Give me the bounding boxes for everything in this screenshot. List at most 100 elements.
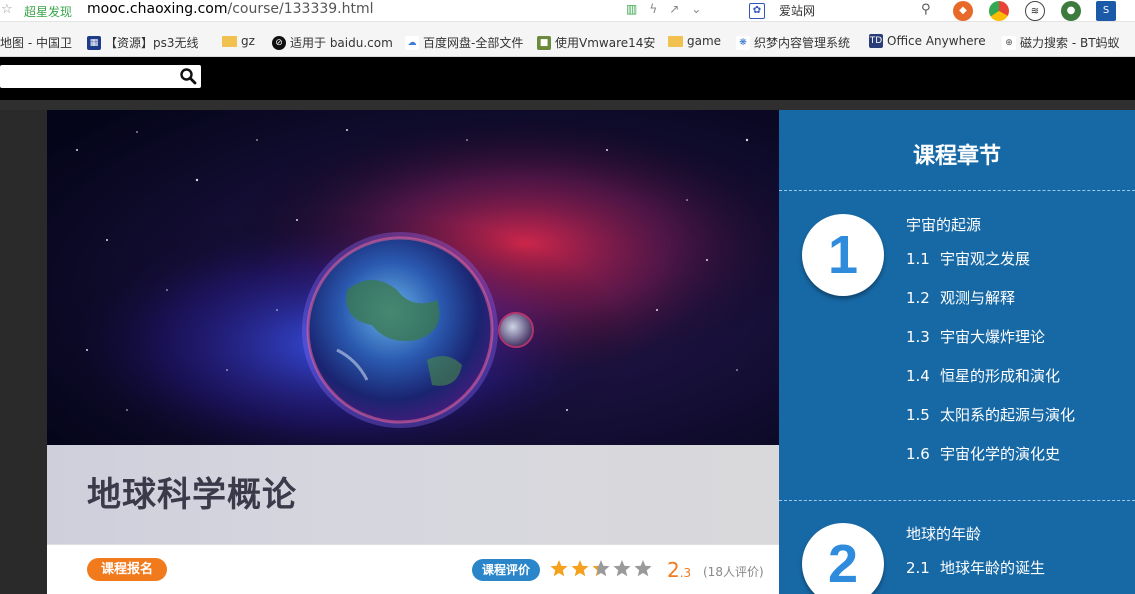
- search-icon[interactable]: ⚲: [921, 2, 931, 17]
- lesson-link[interactable]: 1.6 宇宙化学的演化史: [906, 443, 1060, 464]
- rating-count: (18人评价): [703, 565, 764, 579]
- site-search-input[interactable]: [0, 65, 201, 88]
- star-icon: [634, 560, 651, 577]
- globe-icon[interactable]: ●: [1061, 1, 1081, 21]
- lesson-title: 宇宙观之发展: [940, 250, 1031, 268]
- bookmark-item[interactable]: ☁ 百度网盘-全部文件: [405, 34, 523, 51]
- bookmark-label: gz: [241, 34, 255, 48]
- header-divider: [0, 100, 1135, 110]
- lesson-link[interactable]: 2.1 地球年龄的诞生: [906, 557, 1045, 578]
- lesson-link[interactable]: 1.1 宇宙观之发展: [906, 248, 1030, 269]
- wifi-icon[interactable]: ≋: [1025, 1, 1045, 21]
- chapters-panel: 课程章节 1 宇宙的起源 1.1 宇宙观之发展 1.2 观测与解释 1.3 宇宙大爆炸…: [779, 110, 1135, 594]
- star-icon: [571, 560, 589, 577]
- address-tools: ▥ ϟ ↗ ⌄: [626, 2, 701, 16]
- chevron-down-icon[interactable]: ⌄: [691, 2, 701, 16]
- bookmark-item[interactable]: ⊘ 适用于 baidu.com: [272, 34, 393, 51]
- lesson-number: 2.1: [906, 559, 930, 577]
- score-decimal: .3: [679, 566, 692, 580]
- gamepad-icon[interactable]: ◆: [953, 1, 973, 21]
- paw-icon: ✿: [749, 2, 765, 19]
- enroll-button[interactable]: 课程报名: [87, 558, 167, 581]
- bookmark-label: 【资源】ps3无线: [105, 36, 199, 50]
- url-field[interactable]: mooc.chaoxing.com/course/133339.html: [87, 1, 374, 17]
- score-main: 2: [667, 558, 680, 582]
- rating-stars: [550, 560, 651, 577]
- lesson-title: 宇宙化学的演化史: [940, 445, 1061, 463]
- bookmark-item[interactable]: ■ 使用Vmware14安: [537, 34, 655, 51]
- chapter-number-badge: 1: [802, 214, 884, 296]
- lesson-number: 1.6: [906, 445, 930, 463]
- lesson-title: 太阳系的起源与演化: [940, 406, 1076, 424]
- bookmarks-bar: 地图 - 中国卫 ▦ 【资源】ps3无线 gz ⊘ 适用于 baidu.com ☁ 百…: [0, 22, 1135, 57]
- bookmark-item[interactable]: TD Office Anywhere: [869, 34, 986, 48]
- bookmark-item[interactable]: ❋ 织梦内容管理系统: [736, 34, 850, 51]
- bookmark-label: 适用于 baidu.com: [290, 36, 393, 50]
- url-path: /course/133339.html: [227, 1, 374, 17]
- site-icon: ▦: [87, 35, 101, 50]
- lesson-number: 1.3: [906, 328, 930, 346]
- s-extension-icon[interactable]: S: [1096, 1, 1116, 21]
- share-icon[interactable]: ↗: [669, 2, 679, 16]
- url-host: mooc.chaoxing.com: [87, 1, 228, 17]
- bookmark-item[interactable]: ▦ 【资源】ps3无线: [87, 34, 199, 51]
- rate-course-button[interactable]: 课程评价: [472, 559, 540, 581]
- bookmark-label: 地图 - 中国卫: [0, 36, 72, 50]
- lesson-number: 1.5: [906, 406, 930, 424]
- chapter-title[interactable]: 宇宙的起源: [906, 214, 981, 235]
- search-icon[interactable]: [179, 67, 197, 85]
- bookmark-label: 织梦内容管理系统: [754, 36, 851, 50]
- lesson-number: 1.4: [906, 367, 930, 385]
- search-site-label: 爱站网: [779, 4, 816, 18]
- td-icon: TD: [869, 34, 883, 48]
- folder-icon: [668, 35, 683, 47]
- bookmark-label: 磁力搜索 - BT蚂蚁: [1020, 36, 1120, 50]
- star-icon: [592, 560, 610, 577]
- block-icon: ■: [537, 35, 551, 50]
- earth-space-image: [47, 110, 779, 445]
- chapter-number-badge: 2: [802, 523, 884, 594]
- slash-icon: ⊘: [272, 35, 286, 50]
- search-engine-select[interactable]: ✿ 爱站网: [749, 2, 815, 19]
- bookmark-star-icon[interactable]: ☆: [1, 2, 13, 17]
- cloud-icon: ☁: [405, 35, 419, 50]
- course-title-panel: 地球科学概论: [47, 445, 779, 544]
- divider: [779, 190, 1135, 191]
- course-banner: [47, 110, 779, 445]
- lesson-title: 恒星的形成和演化: [940, 367, 1061, 385]
- bookmark-item[interactable]: 地图 - 中国卫: [0, 34, 72, 51]
- dede-icon: ❋: [736, 35, 750, 50]
- lesson-link[interactable]: 1.3 宇宙大爆炸理论: [906, 326, 1045, 347]
- rating-score: 2.3: [667, 559, 691, 584]
- course-title: 地球科学概论: [87, 475, 297, 515]
- chapters-heading: 课程章节: [912, 144, 1001, 169]
- star-icon: [550, 560, 568, 577]
- discover-link[interactable]: 超星发现: [24, 3, 72, 20]
- star-icon: [613, 560, 631, 577]
- bookmark-folder[interactable]: gz: [222, 34, 255, 48]
- lesson-title: 地球年龄的诞生: [940, 559, 1046, 577]
- lesson-title: 宇宙大爆炸理论: [940, 328, 1046, 346]
- lesson-number: 1.1: [906, 250, 930, 268]
- globe-icon: ⊕: [1002, 35, 1016, 50]
- browser-ring-icon[interactable]: [989, 1, 1009, 21]
- course-action-bar: 课程报名 课程评价 2.3 (18人评价): [47, 544, 779, 594]
- bookmark-label: Office Anywhere: [887, 34, 986, 48]
- lesson-link[interactable]: 1.2 观测与解释: [906, 287, 1015, 308]
- lesson-title: 观测与解释: [940, 289, 1016, 307]
- reader-icon[interactable]: ▥: [626, 2, 637, 16]
- lesson-link[interactable]: 1.5 太阳系的起源与演化: [906, 404, 1075, 425]
- divider: [779, 500, 1135, 501]
- bookmark-label: game: [687, 34, 722, 48]
- lesson-number: 1.2: [906, 289, 930, 307]
- chapter-title[interactable]: 地球的年龄: [906, 523, 981, 544]
- bookmark-label: 使用Vmware14安: [555, 36, 656, 50]
- site-header: [0, 57, 1135, 100]
- bookmark-folder[interactable]: game: [668, 34, 721, 48]
- bookmark-item[interactable]: ⊕ 磁力搜索 - BT蚂蚁: [1002, 34, 1120, 51]
- lightning-icon[interactable]: ϟ: [649, 2, 657, 16]
- folder-icon: [222, 35, 237, 47]
- lesson-link[interactable]: 1.4 恒星的形成和演化: [906, 365, 1060, 386]
- address-bar: ☆ 超星发现 mooc.chaoxing.com/course/133339.h…: [0, 0, 1135, 22]
- bookmark-label: 百度网盘-全部文件: [423, 36, 524, 50]
